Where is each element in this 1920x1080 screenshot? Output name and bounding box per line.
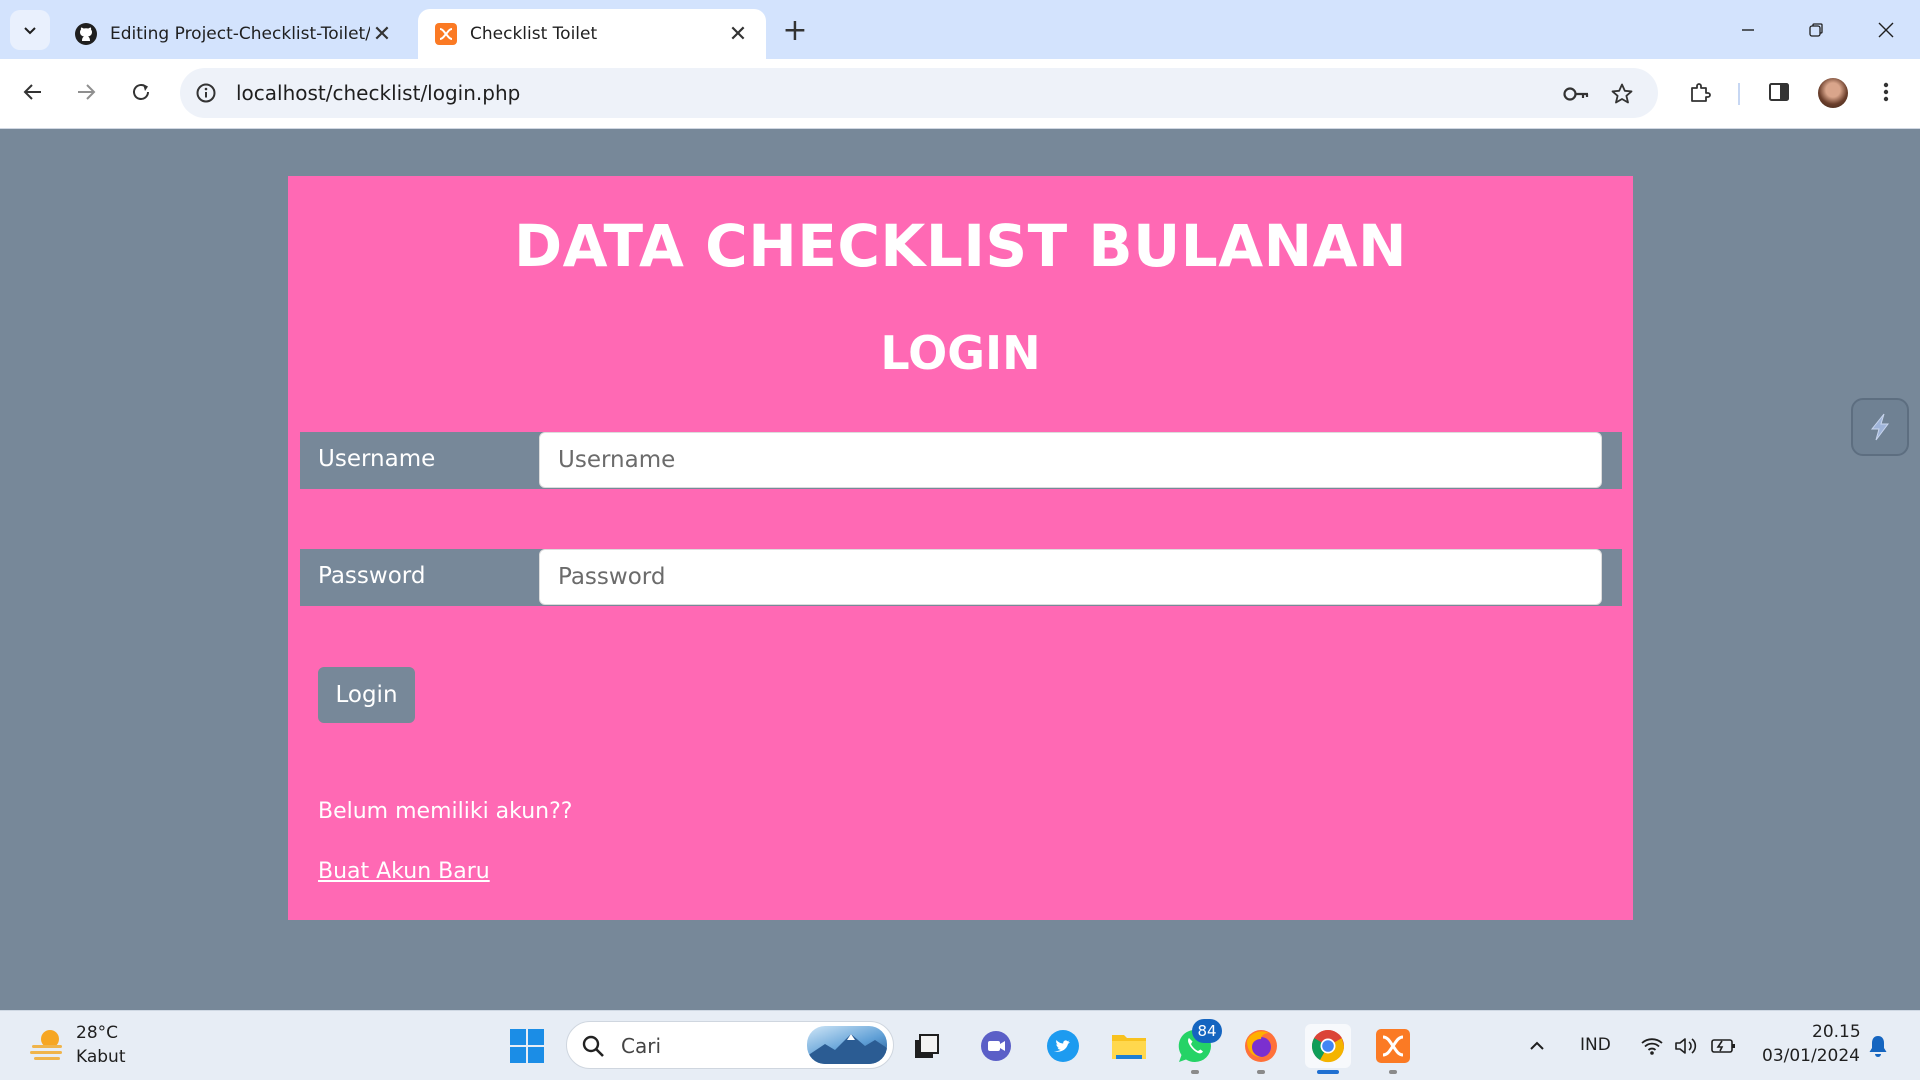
chevron-up-icon[interactable]: [1517, 1024, 1557, 1068]
xampp-icon: [434, 22, 458, 46]
task-view-icon[interactable]: [905, 1024, 949, 1068]
clock-date[interactable]: 03/01/2024: [1762, 1046, 1860, 1066]
tab-title: Editing Project-Checklist-Toilet/: [110, 24, 370, 44]
toolbar-separator: [1738, 83, 1740, 105]
forward-button[interactable]: [66, 72, 106, 112]
address-url[interactable]: localhost/checklist/login.php: [236, 81, 520, 105]
running-indicator: [1389, 1070, 1397, 1074]
arrow-right-icon: [78, 84, 96, 100]
twitter-icon[interactable]: [1041, 1024, 1085, 1068]
tab-checklist-toilet[interactable]: Checklist Toilet ✕: [418, 9, 766, 59]
arrow-left-icon: [23, 84, 41, 100]
address-bar[interactable]: localhost/checklist/login.php: [180, 68, 1658, 118]
xampp-taskbar-icon[interactable]: [1371, 1024, 1415, 1068]
tab-title: Checklist Toilet: [470, 24, 598, 44]
tab-strip: Editing Project-Checklist-Toilet/ ✕ Chec…: [0, 0, 1920, 59]
profile-avatar[interactable]: [1818, 78, 1848, 108]
reload-icon: [133, 84, 149, 100]
windows-start-icon[interactable]: [505, 1024, 549, 1068]
extensions-button[interactable]: [1680, 72, 1720, 112]
login-card: DATA CHECKLIST BULANAN LOGIN Username Pa…: [288, 176, 1633, 920]
login-heading: LOGIN: [880, 326, 1041, 380]
search-highlight-image: [807, 1026, 887, 1064]
close-tab-icon[interactable]: ✕: [726, 22, 750, 47]
side-panel-icon: [1769, 83, 1789, 101]
wifi-icon[interactable]: [1634, 1024, 1670, 1068]
password-input[interactable]: [539, 549, 1602, 605]
restore-button[interactable]: [1786, 8, 1846, 52]
create-account-link[interactable]: Buat Akun Baru: [318, 859, 490, 884]
taskbar-search[interactable]: Cari: [566, 1021, 894, 1069]
file-explorer-icon[interactable]: [1107, 1024, 1151, 1068]
more-vertical-icon: [1883, 82, 1889, 102]
tab-editing-project[interactable]: Editing Project-Checklist-Toilet/ ✕: [58, 9, 410, 59]
bookmark-star-icon[interactable]: [1606, 78, 1638, 110]
minimize-button[interactable]: [1718, 8, 1778, 52]
weather-condition[interactable]: Kabut: [76, 1047, 126, 1067]
username-row: Username: [300, 432, 1622, 489]
password-row: Password: [300, 549, 1622, 606]
notification-bell-icon[interactable]: [1858, 1024, 1898, 1068]
weather-haze-icon[interactable]: [28, 1025, 66, 1063]
login-button[interactable]: Login: [318, 667, 415, 723]
minimize-icon: [1742, 29, 1754, 31]
volume-icon[interactable]: [1668, 1024, 1704, 1068]
github-icon: [74, 22, 98, 46]
side-panel-button[interactable]: [1759, 72, 1799, 112]
restore-icon: [1809, 23, 1823, 37]
browser-toolbar: localhost/checklist/login.php: [0, 59, 1920, 129]
clock-time[interactable]: 20.15: [1812, 1022, 1861, 1042]
search-placeholder: Cari: [621, 1034, 661, 1058]
chrome-icon[interactable]: [1305, 1024, 1351, 1068]
site-title: DATA CHECKLIST BULANAN: [513, 212, 1408, 280]
register-prompt: Belum memiliki akun??: [318, 799, 573, 824]
taskbar: 28°C Kabut Cari 84 IND 20.15 03/01/2024: [0, 1010, 1920, 1080]
username-input[interactable]: [539, 432, 1602, 488]
whatsapp-unread-badge: 84: [1192, 1019, 1222, 1043]
password-label: Password: [318, 563, 426, 589]
lightning-icon: [1870, 413, 1889, 441]
puzzle-icon: [1691, 83, 1711, 102]
close-icon: [1878, 22, 1894, 38]
chevron-down-icon: [24, 27, 36, 35]
reload-button[interactable]: [121, 72, 161, 112]
floating-widget-button[interactable]: [1851, 398, 1909, 456]
browser-menu-button[interactable]: [1866, 72, 1906, 112]
running-indicator-active: [1317, 1070, 1339, 1074]
battery-charging-icon[interactable]: [1704, 1024, 1744, 1068]
new-tab-button[interactable]: +: [779, 13, 811, 48]
close-window-button[interactable]: [1856, 8, 1916, 52]
running-indicator: [1191, 1070, 1199, 1074]
running-indicator: [1257, 1070, 1265, 1074]
site-info-icon[interactable]: [190, 77, 222, 109]
firefox-icon[interactable]: [1239, 1024, 1283, 1068]
back-button[interactable]: [13, 72, 53, 112]
search-icon: [582, 1035, 604, 1057]
weather-temperature[interactable]: 28°C: [76, 1023, 118, 1043]
tab-search-button[interactable]: [10, 10, 50, 50]
meet-icon[interactable]: [974, 1024, 1018, 1068]
close-tab-icon[interactable]: ✕: [370, 22, 394, 47]
username-label: Username: [318, 446, 436, 472]
password-key-icon[interactable]: [1560, 78, 1592, 110]
language-indicator[interactable]: IND: [1580, 1035, 1611, 1055]
